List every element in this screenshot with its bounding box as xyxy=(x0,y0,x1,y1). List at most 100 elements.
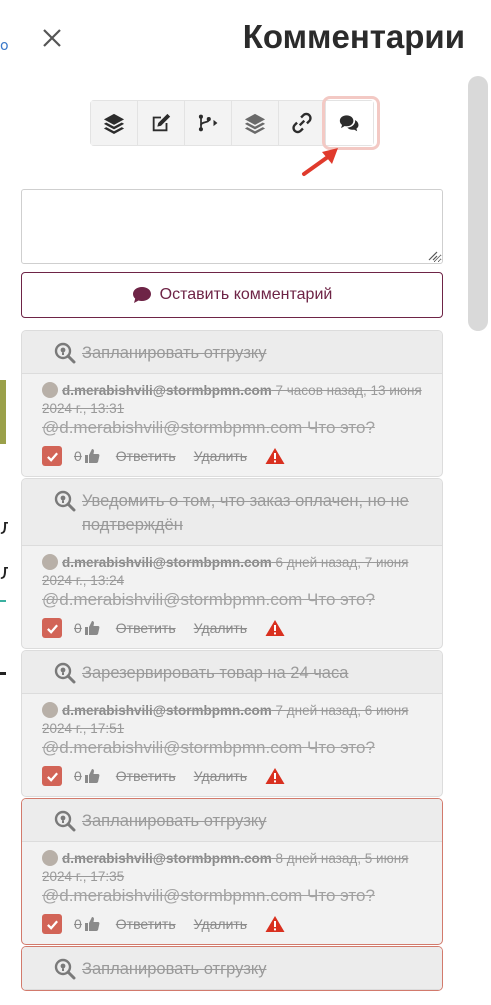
comment-body: d.merabishvili@stormbpmn.com 7 дней наза… xyxy=(22,694,442,796)
pointer-arrow-icon xyxy=(302,148,338,176)
task-name: Запланировать отгрузку xyxy=(82,960,267,978)
warning-icon[interactable] xyxy=(265,767,285,785)
branch-icon xyxy=(198,114,218,132)
close-button[interactable] xyxy=(40,26,64,50)
comment-meta: d.merabishvili@stormbpmn.com 7 часов наз… xyxy=(42,382,430,418)
comment-author: d.merabishvili@stormbpmn.com xyxy=(62,555,272,570)
avatar xyxy=(42,554,58,570)
comment-text: @d.merabishvili@stormbpmn.com Что это? xyxy=(42,590,375,609)
checkmark-icon xyxy=(46,624,58,634)
edit-icon xyxy=(152,113,171,132)
delete-link[interactable]: Удалить xyxy=(194,916,247,932)
delete-link[interactable]: Удалить xyxy=(194,448,247,464)
comment-actions: 0 Ответить Удалить xyxy=(42,764,430,788)
stack-button[interactable] xyxy=(232,101,279,145)
delete-link[interactable]: Удалить xyxy=(194,620,247,636)
thumbs-up-icon[interactable] xyxy=(84,768,100,784)
warning-icon[interactable] xyxy=(265,915,285,933)
comments-panel: Комментарии Оставить комментарий Заплани… xyxy=(8,0,491,1005)
close-icon xyxy=(43,29,61,47)
resolve-checkbox[interactable] xyxy=(42,446,62,466)
resolve-checkbox[interactable] xyxy=(42,914,62,934)
checkmark-icon xyxy=(46,920,58,930)
link-button[interactable] xyxy=(279,101,326,145)
task-name: Зарезервировать товар на 24 часа xyxy=(82,664,349,682)
avatar xyxy=(42,702,58,718)
comment-body: d.merabishvili@stormbpmn.com 8 дней наза… xyxy=(22,842,442,944)
comment-meta: d.merabishvili@stormbpmn.com 7 дней наза… xyxy=(42,702,430,738)
thumbs-up-icon[interactable] xyxy=(84,448,100,464)
search-location-icon xyxy=(54,958,76,980)
thumbs-up-icon[interactable] xyxy=(84,916,100,932)
reply-link[interactable]: Ответить xyxy=(116,768,176,784)
avatar xyxy=(42,850,58,866)
stack-icon xyxy=(244,113,266,134)
comment-author: d.merabishvili@stormbpmn.com xyxy=(62,703,272,718)
comment-body: d.merabishvili@stormbpmn.com 7 часов наз… xyxy=(22,374,442,476)
comment-task-link[interactable]: Запланировать отгрузку xyxy=(22,799,442,842)
leave-comment-button[interactable]: Оставить комментарий xyxy=(21,272,443,318)
view-toolbar xyxy=(90,100,374,146)
comment-author: d.merabishvili@stormbpmn.com xyxy=(62,383,272,398)
warning-icon[interactable] xyxy=(265,447,285,465)
like-count: 0 xyxy=(74,916,82,932)
comment-meta: d.merabishvili@stormbpmn.com 8 дней наза… xyxy=(42,850,430,886)
resolve-checkbox[interactable] xyxy=(42,618,62,638)
comments-button[interactable] xyxy=(326,101,373,145)
comment-actions: 0 Ответить Удалить xyxy=(42,444,430,468)
reply-link[interactable]: Ответить xyxy=(116,448,176,464)
resolve-checkbox[interactable] xyxy=(42,766,62,786)
comment-body: d.merabishvili@stormbpmn.com 6 дней наза… xyxy=(22,546,442,648)
comments-icon xyxy=(339,115,358,132)
delete-link[interactable]: Удалить xyxy=(194,768,247,784)
like-count: 0 xyxy=(74,768,82,784)
comment-actions: 0 Ответить Удалить xyxy=(42,912,430,936)
comment-actions: 0 Ответить Удалить xyxy=(42,616,430,640)
leave-comment-label: Оставить комментарий xyxy=(159,286,333,303)
background-line-fragment xyxy=(0,672,6,675)
scrollbar-thumb[interactable] xyxy=(468,76,488,331)
task-name: Уведомить о том, что заказ оплачен, но н… xyxy=(82,492,409,534)
background-image-fragment xyxy=(0,380,6,444)
reply-link[interactable]: Ответить xyxy=(116,620,176,636)
background-line-fragment xyxy=(0,600,6,602)
like-count: 0 xyxy=(74,620,82,636)
avatar xyxy=(42,382,58,398)
checkmark-icon xyxy=(46,772,58,782)
resize-grip-icon[interactable] xyxy=(426,249,438,261)
comment-text: @d.merabishvili@stormbpmn.com Что это? xyxy=(42,738,375,757)
branch-button[interactable] xyxy=(185,101,232,145)
comment-meta: d.merabishvili@stormbpmn.com 6 дней наза… xyxy=(42,554,430,590)
panel-title: Комментарии xyxy=(242,18,465,55)
warning-icon[interactable] xyxy=(265,619,285,637)
thumbs-up-icon[interactable] xyxy=(84,620,100,636)
layers-button[interactable] xyxy=(91,101,138,145)
search-location-icon xyxy=(54,490,76,512)
comment-card: Запланировать отгрузку xyxy=(21,946,443,991)
comment-author: d.merabishvili@stormbpmn.com xyxy=(62,851,272,866)
comment-task-link[interactable]: Уведомить о том, что заказ оплачен, но н… xyxy=(22,479,442,546)
search-location-icon xyxy=(54,810,76,832)
edit-button[interactable] xyxy=(138,101,185,145)
task-name: Запланировать отгрузку xyxy=(82,344,267,362)
comment-card: Уведомить о том, что заказ оплачен, но н… xyxy=(21,478,443,649)
comment-task-link[interactable]: Зарезервировать товар на 24 часа xyxy=(22,651,442,694)
checkmark-icon xyxy=(46,452,58,462)
task-name: Запланировать отгрузку xyxy=(82,812,267,830)
search-location-icon xyxy=(54,342,76,364)
comment-list: Запланировать отгрузку d.merabishvili@st… xyxy=(21,330,443,992)
reply-link[interactable]: Ответить xyxy=(116,916,176,932)
comment-task-link[interactable]: Запланировать отгрузку xyxy=(22,947,442,990)
search-location-icon xyxy=(54,662,76,684)
comment-task-link[interactable]: Запланировать отгрузку xyxy=(22,331,442,374)
comment-icon xyxy=(132,287,151,303)
comment-input[interactable] xyxy=(21,189,443,264)
background-page-sliver: о л л xyxy=(0,0,14,1005)
layers-icon xyxy=(103,113,125,134)
comment-card: Запланировать отгрузку d.merabishvili@st… xyxy=(21,798,443,945)
link-icon xyxy=(292,112,312,134)
like-count: 0 xyxy=(74,448,82,464)
comment-card: Зарезервировать товар на 24 часа d.merab… xyxy=(21,650,443,797)
comment-card: Запланировать отгрузку d.merabishvili@st… xyxy=(21,330,443,477)
comment-text: @d.merabishvili@stormbpmn.com Что это? xyxy=(42,886,375,905)
